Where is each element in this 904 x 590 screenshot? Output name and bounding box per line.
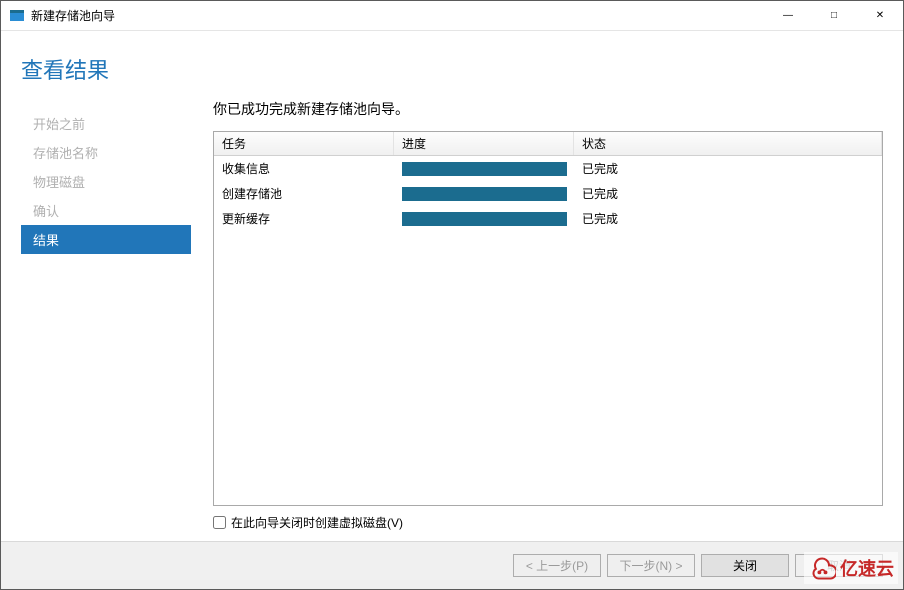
sidebar-item-pool-name[interactable]: 存储池名称 — [21, 138, 191, 167]
next-button: 下一步(N) > — [607, 554, 695, 577]
create-vdisk-label: 在此向导关闭时创建虚拟磁盘(V) — [231, 514, 403, 531]
table-row: 收集信息 已完成 — [214, 156, 882, 181]
window-title: 新建存储池向导 — [31, 7, 115, 24]
cell-status: 已完成 — [574, 208, 882, 229]
sidebar-item-physical-disks[interactable]: 物理磁盘 — [21, 167, 191, 196]
wizard-sidebar: 开始之前 存储池名称 物理磁盘 确认 结果 — [21, 99, 191, 531]
app-icon — [9, 8, 25, 24]
column-header-task[interactable]: 任务 — [214, 132, 394, 155]
previous-button: < 上一步(P) — [513, 554, 601, 577]
cell-progress — [394, 210, 574, 228]
table-header: 任务 进度 状态 — [214, 132, 882, 156]
wizard-body: 开始之前 存储池名称 物理磁盘 确认 结果 你已成功完成新建存储池向导。 任务 … — [1, 99, 903, 541]
cell-status: 已完成 — [574, 183, 882, 204]
wizard-title: 查看结果 — [21, 53, 883, 85]
table-row: 创建存储池 已完成 — [214, 181, 882, 206]
create-vdisk-checkbox[interactable] — [213, 516, 226, 529]
titlebar: 新建存储池向导 — □ ✕ — [1, 1, 903, 31]
progress-bar — [402, 212, 567, 226]
column-header-status[interactable]: 状态 — [574, 132, 882, 155]
sidebar-item-results[interactable]: 结果 — [21, 225, 191, 254]
close-wizard-button[interactable]: 关闭 — [701, 554, 789, 577]
cell-status: 已完成 — [574, 158, 882, 179]
completion-message: 你已成功完成新建存储池向导。 — [213, 99, 883, 119]
cancel-button: 取消 — [795, 554, 883, 577]
main-panel: 你已成功完成新建存储池向导。 任务 进度 状态 收集信息 已完成 创建存储池 — [191, 99, 883, 531]
sidebar-item-before-start[interactable]: 开始之前 — [21, 109, 191, 138]
content-area: 查看结果 开始之前 存储池名称 物理磁盘 确认 结果 你已成功完成新建存储池向导… — [1, 31, 903, 541]
wizard-footer: < 上一步(P) 下一步(N) > 关闭 取消 — [1, 541, 903, 589]
column-header-progress[interactable]: 进度 — [394, 132, 574, 155]
progress-bar — [402, 187, 567, 201]
results-table: 任务 进度 状态 收集信息 已完成 创建存储池 已完成 — [213, 131, 883, 506]
progress-bar — [402, 162, 567, 176]
wizard-header: 查看结果 — [1, 31, 903, 99]
create-vdisk-checkbox-row[interactable]: 在此向导关闭时创建虚拟磁盘(V) — [213, 514, 883, 531]
cell-progress — [394, 160, 574, 178]
wizard-window: 新建存储池向导 — □ ✕ 查看结果 开始之前 存储池名称 物理磁盘 确认 结果… — [0, 0, 904, 590]
minimize-button[interactable]: — — [765, 1, 811, 31]
cell-task: 更新缓存 — [214, 208, 394, 229]
sidebar-item-confirm[interactable]: 确认 — [21, 196, 191, 225]
cell-progress — [394, 185, 574, 203]
cell-task: 收集信息 — [214, 158, 394, 179]
window-controls: — □ ✕ — [765, 1, 903, 31]
maximize-button[interactable]: □ — [811, 1, 857, 31]
cell-task: 创建存储池 — [214, 183, 394, 204]
table-row: 更新缓存 已完成 — [214, 206, 882, 231]
close-button[interactable]: ✕ — [857, 1, 903, 31]
